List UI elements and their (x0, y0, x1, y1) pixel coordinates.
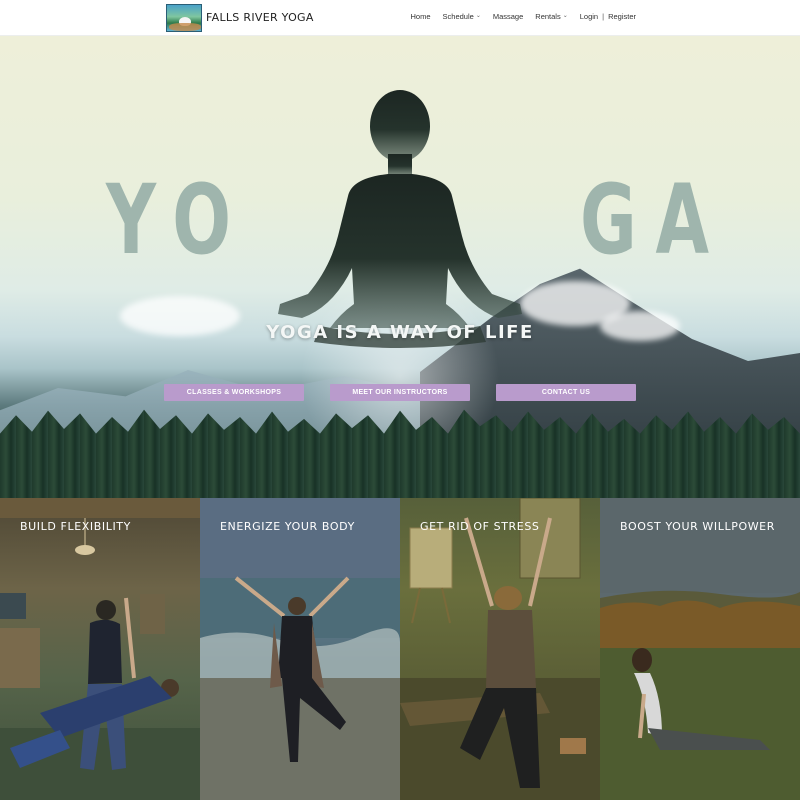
hero-tagline: YOGA IS A WAY OF LIFE (266, 322, 534, 343)
logo-image[interactable] (166, 4, 202, 32)
classes-workshops-button[interactable]: CLASSES & WORKSHOPS (164, 384, 304, 401)
nav-massage[interactable]: Massage (493, 12, 523, 21)
panel-title: ENERGIZE YOUR BODY (220, 520, 355, 533)
feature-panel-energize[interactable]: ENERGIZE YOUR BODY (200, 498, 400, 800)
main-nav: Home Schedule ⌄ Massage Rentals ⌄ Login … (411, 12, 636, 21)
panel-title: BOOST YOUR WILLPOWER (620, 520, 775, 533)
site-logo-text[interactable]: FALLS RIVER YOGA (206, 11, 314, 24)
meet-instructors-button[interactable]: MEET OUR INSTRUCTORS (330, 384, 470, 401)
login-link[interactable]: Login (580, 12, 598, 21)
meadow-scene-image (600, 498, 800, 800)
contact-us-button[interactable]: CONTACT US (496, 384, 636, 401)
register-link[interactable]: Register (608, 12, 636, 21)
feature-panel-flexibility[interactable]: BUILD FLEXIBILITY (0, 498, 200, 800)
beach-scene-image (200, 498, 400, 800)
chevron-down-icon: ⌄ (475, 13, 481, 19)
nav-label: Rentals (535, 12, 561, 21)
hero-banner: YO GA YOGA IS A WAY OF LIFE CLASSES & WO… (0, 36, 800, 498)
feature-panel-willpower[interactable]: BOOST YOUR WILLPOWER (600, 498, 800, 800)
nav-rentals[interactable]: Rentals ⌄ (535, 12, 567, 21)
nav-label: Schedule (442, 12, 474, 21)
meditation-silhouette (278, 90, 522, 348)
nav-schedule[interactable]: Schedule ⌄ (443, 12, 481, 21)
studio-scene-image (0, 498, 200, 800)
class-scene-image (400, 498, 600, 800)
nav-label: Massage (492, 12, 524, 21)
site-header: FALLS RIVER YOGA Home Schedule ⌄ Massage… (0, 0, 800, 36)
rock-shape (169, 23, 201, 31)
nav-separator: | (602, 12, 605, 21)
nav-home[interactable]: Home (411, 12, 431, 21)
panel-title: BUILD FLEXIBILITY (20, 520, 131, 533)
panel-title: GET RID OF STRESS (420, 520, 540, 533)
chevron-down-icon: ⌄ (562, 13, 568, 19)
feature-panel-stress[interactable]: GET RID OF STRESS (400, 498, 600, 800)
nav-account: Login | Register (580, 12, 636, 21)
nav-label: Home (410, 12, 431, 21)
